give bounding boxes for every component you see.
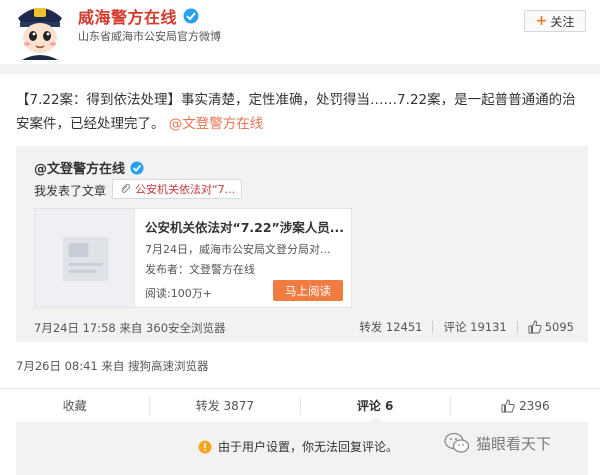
thumb-up-icon[interactable] bbox=[528, 320, 542, 334]
watermark-text: 猫眼看天下 bbox=[476, 434, 552, 453]
article-summary: 7月24日，威海市公安局文登分局对... bbox=[145, 243, 331, 256]
article-title[interactable]: 公安机关依法对“7.22”涉案人员... bbox=[145, 217, 345, 236]
warning-icon bbox=[198, 440, 212, 453]
account-description: 山东省威海市公安局官方微博 bbox=[78, 30, 221, 43]
follow-label: 关注 bbox=[550, 14, 575, 29]
clip-icon bbox=[121, 183, 131, 193]
like-label: 2396 bbox=[519, 398, 550, 413]
avatar[interactable] bbox=[12, 0, 68, 60]
post-text: 【7.22案：得到依法处理】事实清楚，定性准确，处罚得当……7.22案，是一起普… bbox=[16, 88, 586, 136]
favorite-button[interactable]: 收藏 bbox=[0, 396, 151, 415]
section-divider bbox=[0, 64, 600, 74]
like-button[interactable]: 2396 bbox=[451, 397, 600, 415]
article-author: 发布者：文登警方在线 bbox=[145, 263, 255, 276]
notice-text: 由于用户设置，你无法回复评论。 bbox=[218, 440, 399, 454]
repost-timestamp: 7月24日 17:58 来自 360安全浏览器 bbox=[34, 321, 226, 335]
repost-count[interactable]: 转发 12451 bbox=[359, 319, 422, 335]
verified-icon bbox=[130, 160, 144, 175]
article-thumbnail bbox=[35, 209, 135, 307]
repost-card: @文登警方在线 我发表了文章 公安机关依法对“7... 公安机关依法对“7.22… bbox=[16, 146, 588, 342]
action-bar: 收藏 转发 3877 评论 6 2396 bbox=[0, 388, 600, 422]
mention-link[interactable]: @文登警方在线 bbox=[169, 116, 264, 132]
plus-icon: + bbox=[535, 13, 548, 29]
account-name[interactable]: 威海警方在线 bbox=[78, 4, 177, 28]
wechat-icon bbox=[444, 432, 470, 453]
repost-action-text: 我发表了文章 bbox=[34, 184, 107, 198]
comment-count[interactable]: 评论 19131 bbox=[443, 319, 506, 335]
thumb-up-icon bbox=[501, 398, 515, 412]
repost-stats: 转发 12451 评论 19131 5095 bbox=[359, 319, 574, 335]
article-reads: 阅读:100万+ bbox=[145, 287, 212, 300]
article-link[interactable]: 公安机关依法对“7... bbox=[112, 179, 243, 199]
comment-button[interactable]: 评论 6 bbox=[301, 396, 451, 415]
repost-username[interactable]: @文登警方在线 bbox=[34, 158, 125, 177]
repost-button[interactable]: 转发 3877 bbox=[150, 396, 301, 415]
watermark: 猫眼看天下 bbox=[444, 432, 551, 454]
follow-button[interactable]: + 关注 bbox=[524, 10, 586, 32]
like-count[interactable]: 5095 bbox=[545, 320, 574, 334]
article-card[interactable]: 公安机关依法对“7.22”涉案人员... 7月24日，威海市公安局文登分局对..… bbox=[34, 208, 352, 308]
profile-header: 威海警方在线 山东省威海市公安局官方微博 + 关注 bbox=[0, 0, 600, 64]
post-body: 【7.22案：得到依法处理】事实清楚，定性准确，处罚得当……7.22案，是一起普… bbox=[16, 92, 576, 132]
post-timestamp: 7月26日 08:41 来自 搜狗高速浏览器 bbox=[16, 359, 209, 373]
article-link-label: 公安机关依法对“7... bbox=[135, 183, 236, 196]
read-now-button[interactable]: 马上阅读 bbox=[273, 280, 343, 301]
verified-icon bbox=[183, 8, 199, 24]
